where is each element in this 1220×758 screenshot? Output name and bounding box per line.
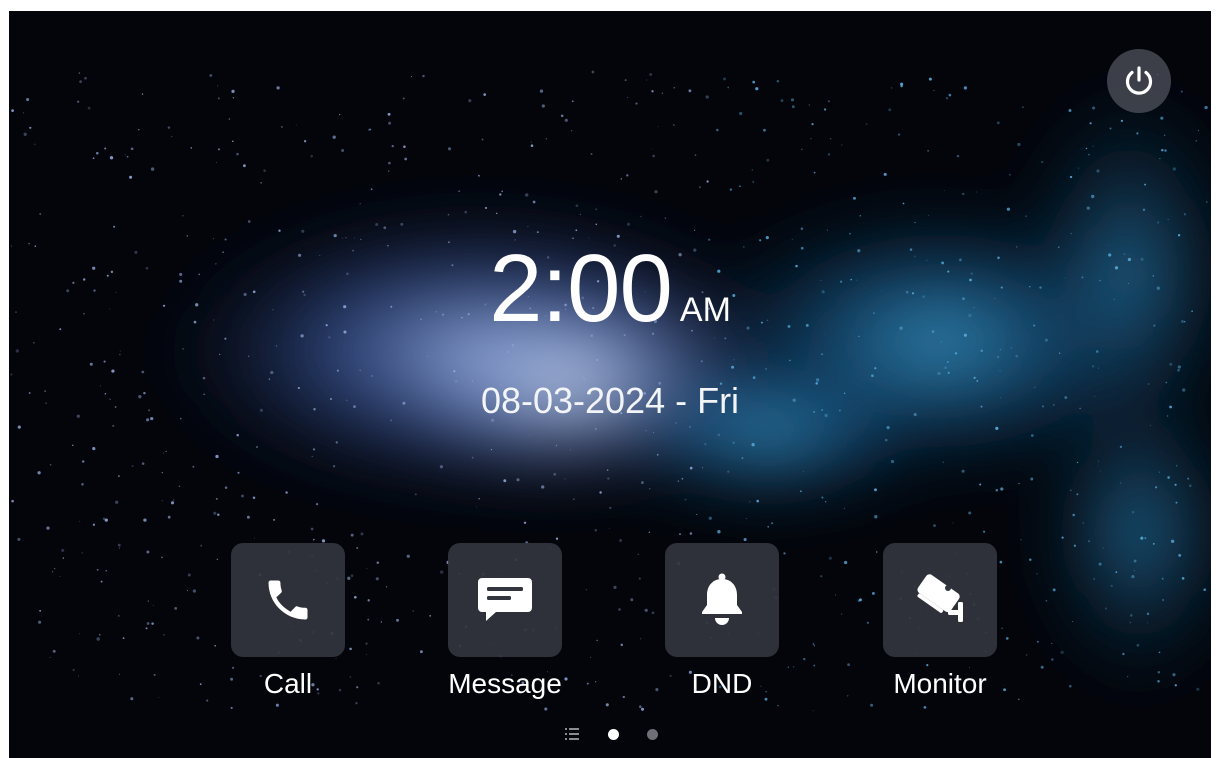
phone-icon (268, 580, 308, 620)
dnd-tile[interactable] (665, 543, 779, 657)
monitor-button[interactable]: Monitor (870, 543, 1010, 701)
monitor-tile[interactable] (883, 543, 997, 657)
bell-icon (702, 573, 742, 625)
dnd-label: DND (691, 668, 753, 699)
call-button[interactable]: Call (218, 543, 358, 701)
call-tile[interactable] (231, 543, 345, 657)
power-button[interactable] (1107, 49, 1171, 113)
call-label: Call (263, 668, 313, 699)
page-dot-1[interactable] (608, 728, 619, 740)
home-screen: 2:00 AM 08-03-2024 - Fri Call Message DN… (9, 11, 1211, 758)
camera-icon (917, 574, 963, 622)
clock-time: 2:00 (489, 235, 673, 342)
clock-meridiem: AM (679, 291, 731, 329)
message-icon (478, 578, 532, 621)
list-icon[interactable] (564, 727, 580, 741)
message-tile[interactable] (448, 543, 562, 657)
page-indicator (564, 727, 658, 741)
dnd-button[interactable]: DND (652, 543, 792, 701)
date-label: 08-03-2024 - Fri (480, 380, 740, 421)
message-label: Message (448, 668, 562, 699)
page-dot-2[interactable] (647, 728, 658, 740)
power-icon (1125, 66, 1153, 95)
page-dots (580, 728, 658, 740)
clock: 2:00 AM (9, 239, 1211, 339)
message-button[interactable]: Message (435, 543, 575, 701)
monitor-label: Monitor (893, 668, 987, 699)
